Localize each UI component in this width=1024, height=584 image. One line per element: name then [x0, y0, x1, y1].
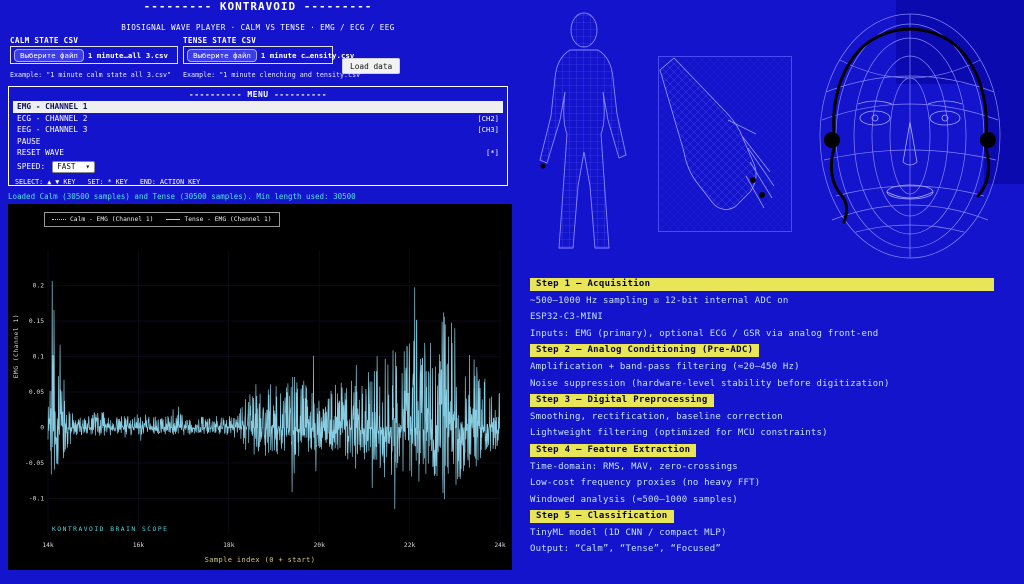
y-tick-label: 0.1 [33, 354, 45, 361]
calm-choose-file-button[interactable]: Выберите файл [14, 49, 84, 62]
menu-item-tag: [*] [486, 148, 499, 157]
x-tick-label: 18k [223, 542, 235, 549]
step-2-line: Amplification + band-pass filtering (≈20… [530, 359, 998, 375]
y-tick-label: -0.1 [29, 496, 44, 503]
step-3-line: Lightweight filtering (optimized for MCU… [530, 425, 998, 441]
menu-panel: ---------- MENU ---------- EMG - CHANNEL… [8, 86, 508, 186]
step-5-line: Output: “Calm”, “Tense”, “Focused” [530, 541, 998, 557]
step-3-line: Smoothing, rectification, baseline corre… [530, 409, 998, 425]
legend-label: Calm - EMG (Channel 1) [70, 216, 153, 223]
chart-legend: Calm - EMG (Channel 1) Tense - EMG (Chann… [44, 212, 280, 227]
menu-item-tag: [CH2] [477, 114, 499, 123]
y-tick-label: 0.15 [29, 318, 44, 325]
menu-item-label: PAUSE [17, 137, 40, 146]
x-tick-label: 20k [314, 542, 326, 549]
y-tick-label: 0 [40, 425, 44, 432]
menu-item-label: EEG - CHANNEL 3 [17, 125, 87, 134]
menu-item-label: ECG - CHANNEL 2 [17, 114, 87, 123]
x-tick-label: 22k [404, 542, 416, 549]
body-wireframe-image [520, 8, 655, 256]
menu-help-text: SELECT: ▲ ▼ KEY SET: * KEY END: ACTION K… [13, 178, 503, 186]
menu-item-pause[interactable]: PAUSE [13, 136, 503, 148]
chart-watermark: KONTRAVOID BRAIN SCOPE [52, 526, 168, 533]
tense-choose-file-button[interactable]: Выберите файл [187, 49, 257, 62]
step-4-line: Windowed analysis (≈500–1000 samples) [530, 492, 998, 508]
menu-items: EMG - CHANNEL 1ECG - CHANNEL 2[CH2]EEG -… [13, 101, 503, 159]
tense-file-input[interactable]: Выберите файл 1 minute c…ensity.csv [183, 46, 333, 64]
x-tick-label: 24k [494, 542, 506, 549]
step-1-line: Inputs: EMG (primary), optional ECG / GS… [530, 326, 998, 342]
hand-wireframe-image [658, 56, 792, 232]
page-title: --------- KONTRAVOID --------- [0, 0, 516, 13]
waveform-plot: 0.2 0.15 0.1 0.05 0 -0.05 -0.1 14k 16k 18k 20k 22k 2… [8, 204, 512, 570]
step-5-header: Step 5 — Classification [530, 510, 674, 523]
menu-title: ---------- MENU ---------- [13, 89, 503, 101]
x-tick-label: 16k [133, 542, 145, 549]
tense-example-text: Example: "1 minute clenching and tensity… [183, 71, 364, 79]
menu-item-reset-wave[interactable]: RESET WAVE [*] [13, 147, 503, 159]
step-2-header: Step 2 — Analog Conditioning (Pre-ADC) [530, 344, 759, 357]
y-tick-label: 0.2 [33, 283, 45, 290]
step-4-line: Low-cost frequency proxies (no heavy FFT… [530, 475, 998, 491]
menu-item-label: EMG - CHANNEL 1 [17, 102, 87, 111]
speed-value: FAST [57, 162, 75, 171]
step-3-header: Step 3 — Digital Preprocessing [530, 394, 714, 407]
head-wireframe-image [796, 0, 1024, 266]
page-subtitle: BIOSIGNAL WAVE PLAYER · CALM VS TENSE · … [0, 23, 516, 32]
tense-csv-label: TENSE STATE CSV [183, 36, 256, 45]
tense-filename: 1 minute c…ensity.csv [261, 51, 354, 60]
legend-label: Tense - EMG (Channel 1) [184, 216, 271, 223]
speed-select[interactable]: FAST ▾ [52, 161, 95, 173]
speed-label: SPEED: [17, 162, 45, 171]
step-4-header: Step 4 — Feature Extraction [530, 444, 696, 457]
y-tick-label: -0.05 [25, 460, 44, 467]
step-1-header: Step 1 — Acquisition [530, 278, 994, 291]
x-tick-label: 14k [42, 542, 54, 549]
menu-item-tag: [CH3] [477, 125, 499, 134]
pipeline-steps-panel: Step 1 — Acquisition ~500–1000 Hz samplin… [530, 276, 998, 558]
step-5-line: TinyML model (1D CNN / compact MLP) [530, 525, 998, 541]
legend-item: Tense - EMG (Channel 1) [166, 216, 271, 223]
calm-csv-label: CALM STATE CSV [10, 36, 78, 45]
chevron-down-icon: ▾ [85, 162, 90, 171]
menu-item-label: RESET WAVE [17, 148, 64, 157]
y-tick-label: 0.05 [29, 389, 44, 396]
legend-item: Calm - EMG (Channel 1) [52, 216, 153, 223]
step-2-line: Noise suppression (hardware-level stabil… [530, 376, 998, 392]
x-axis-label: Sample index (0 + start) [8, 556, 512, 564]
menu-item-eeg-channel-3[interactable]: EEG - CHANNEL 3 [CH3] [13, 124, 503, 136]
step-1-line: ESP32-C3-MINI [530, 309, 998, 325]
menu-item-emg-channel-1[interactable]: EMG - CHANNEL 1 [13, 101, 503, 113]
calm-filename: 1 minute…all 3.csv [88, 51, 168, 60]
legend-line-swatch [52, 219, 66, 220]
calm-file-input[interactable]: Выберите файл 1 minute…all 3.csv [10, 46, 178, 64]
app-root: --------- KONTRAVOID --------- BIOSIGNAL… [0, 0, 1024, 584]
legend-line-swatch [166, 219, 180, 220]
step-1-line: ~500–1000 Hz sampling ☒ 12-bit internal … [530, 293, 998, 309]
calm-example-text: Example: "1 minute calm state all 3.csv" [10, 71, 171, 79]
step-4-line: Time-domain: RMS, MAV, zero-crossings [530, 459, 998, 475]
waveform-chart: 0.2 0.15 0.1 0.05 0 -0.05 -0.1 14k 16k 18k 20k 22k 2… [8, 204, 512, 570]
y-axis-label: EMG (Channel 1) [13, 314, 20, 378]
emg-waveform-path [48, 281, 500, 509]
menu-item-ecg-channel-2[interactable]: ECG - CHANNEL 2 [CH2] [13, 113, 503, 125]
status-line: Loaded Calm (30500 samples) and Tense (3… [8, 192, 356, 201]
